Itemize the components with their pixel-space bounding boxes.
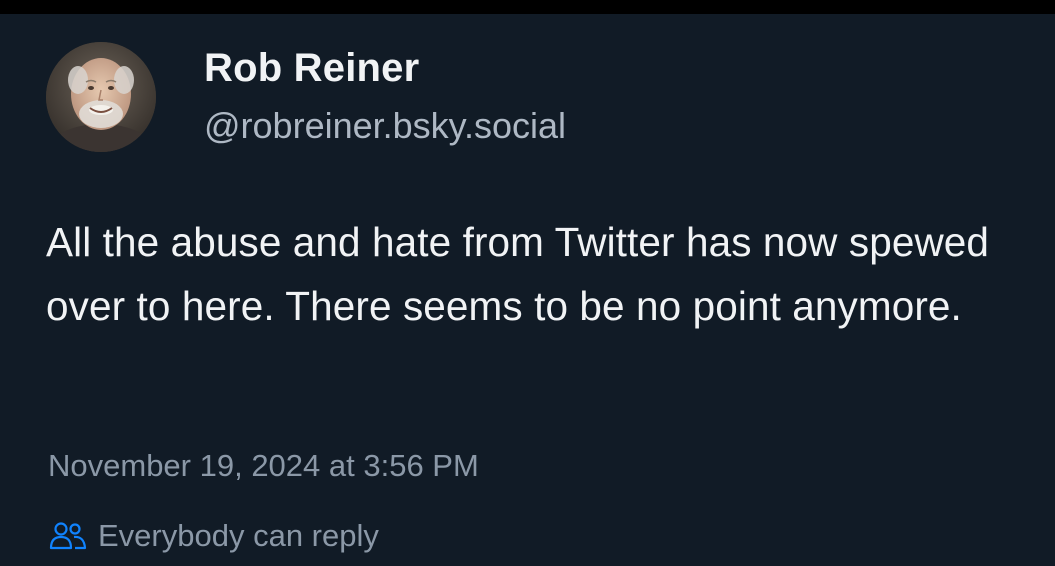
author-display-name[interactable]: Rob Reiner	[204, 46, 419, 90]
post-timestamp: November 19, 2024 at 3:56 PM	[48, 448, 479, 483]
author-handle[interactable]: @robreiner.bsky.social	[204, 106, 566, 146]
reply-setting[interactable]: Everybody can reply	[48, 516, 379, 556]
people-icon	[48, 521, 88, 551]
top-black-bar	[0, 0, 1055, 14]
reply-setting-label: Everybody can reply	[98, 518, 379, 553]
post-card: Rob Reiner @robreiner.bsky.social All th…	[0, 14, 1055, 566]
post-text: All the abuse and hate from Twitter has …	[46, 219, 990, 329]
avatar[interactable]	[46, 42, 156, 152]
